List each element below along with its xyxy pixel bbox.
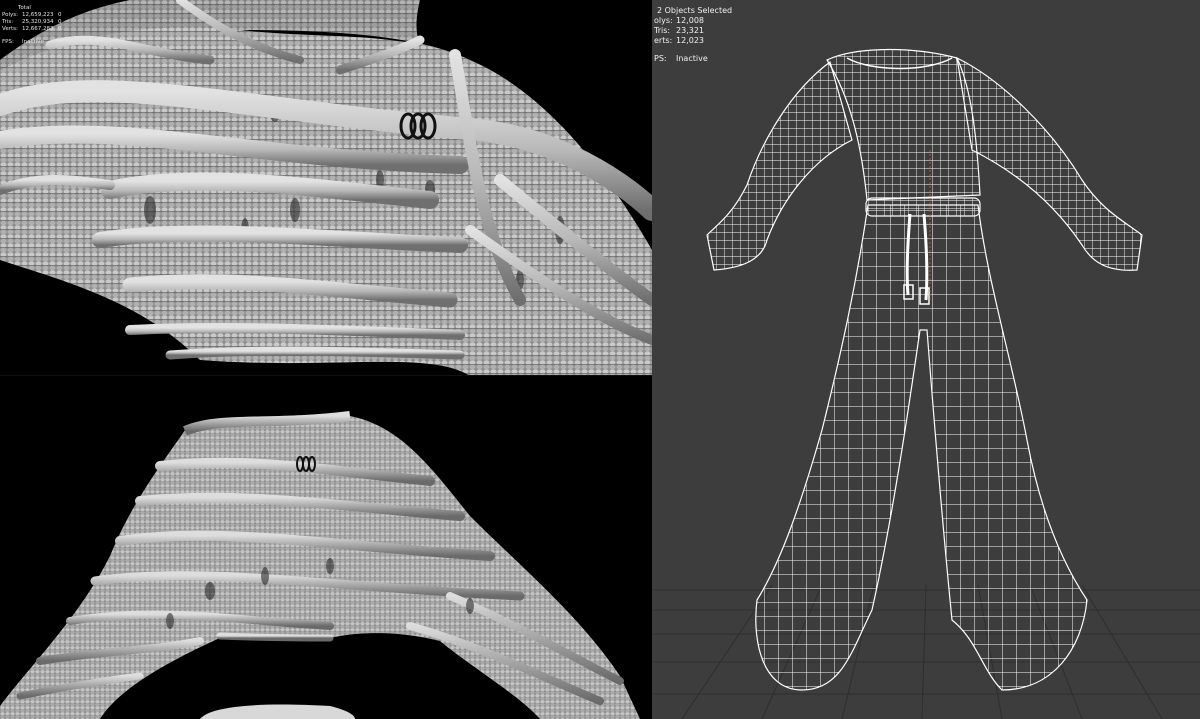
stats-row-tris: Tris: 23,321 (654, 26, 704, 35)
fps-readout: FPS: Inactive (2, 39, 44, 45)
sweater-closeup-render (0, 0, 652, 376)
fps-readout: PS: Inactive (654, 54, 708, 63)
floor-grid (652, 584, 1200, 719)
stats-overlay-right: 2 Objects Selected olys: 12,008 Tris: 23… (654, 6, 732, 64)
stats-row-verts: erts: 12,023 (654, 36, 704, 45)
viewport-right-wireframe[interactable]: 2 Objects Selected olys: 12,008 Tris: 23… (652, 0, 1200, 719)
viewport-top-left[interactable]: Total Polys: 12,659,223 0 Tris: 25,320,9… (0, 0, 652, 376)
stats-row-polys: Polys: 12,659,223 0 (2, 12, 62, 18)
sweater-full-render (0, 411, 640, 719)
stats-row-verts: Verts: 12,667,283 0 (2, 26, 62, 32)
stats-header: Total (18, 5, 31, 11)
viewport-bottom-left[interactable] (0, 376, 652, 719)
stats-overlay: Total Polys: 12,659,223 0 Tris: 25,320,9… (2, 5, 68, 46)
outfit-wireframe (652, 48, 1200, 719)
stats-row-polys: olys: 12,008 (654, 16, 704, 25)
stats-row-tris: Tris: 25,320,934 0 (2, 19, 62, 25)
selection-count: 2 Objects Selected (657, 6, 733, 15)
